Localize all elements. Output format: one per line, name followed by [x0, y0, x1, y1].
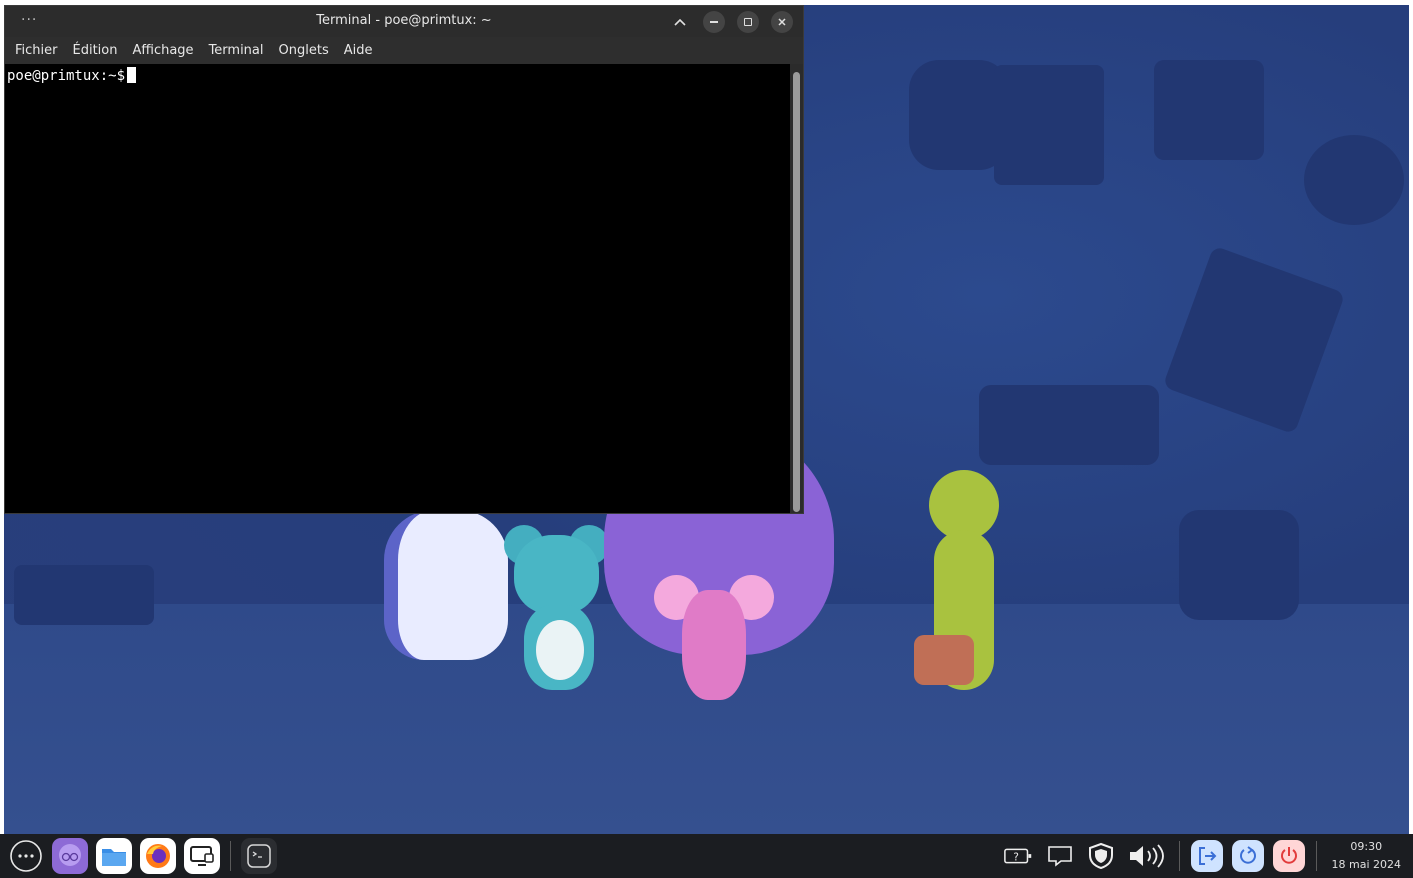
clock-date: 18 mai 2024 [1331, 858, 1402, 871]
security-button[interactable] [1085, 840, 1117, 872]
keyboard-help-icon: ? [1003, 848, 1031, 864]
penguin-mascot [384, 510, 508, 660]
shield-icon [1088, 842, 1113, 870]
file-manager-button[interactable] [96, 838, 132, 874]
power-icon [1280, 847, 1297, 864]
svg-text:?: ? [1013, 852, 1019, 864]
terminal-console[interactable]: poe@primtux:~$ [5, 64, 791, 513]
terminal-window[interactable]: ··· Terminal - poe@primtux: ~ Fichier Éd… [4, 5, 804, 514]
mouse-mascot [654, 575, 774, 705]
apps-menu-button[interactable] [8, 838, 44, 874]
wallpaper-shape [14, 565, 154, 625]
restart-button[interactable] [1231, 840, 1264, 872]
wallpaper-shape [1179, 510, 1299, 620]
clock[interactable]: 09:30 18 mai 2024 [1332, 838, 1402, 874]
apps-menu-icon [10, 840, 42, 872]
wallpaper-shape [1154, 60, 1264, 160]
notification-button[interactable] [1044, 840, 1076, 872]
shell-prompt: poe@primtux:~$ [7, 68, 126, 84]
logout-icon [1198, 847, 1216, 865]
close-button[interactable] [771, 11, 793, 33]
remote-desktop-icon [190, 846, 214, 866]
power-button[interactable] [1272, 840, 1305, 872]
terminal-icon [247, 844, 271, 868]
purple-mascot-icon [59, 844, 81, 866]
menu-bar: Fichier Édition Affichage Terminal Ongle… [5, 37, 803, 64]
taskbar-separator [230, 841, 231, 871]
wallpaper-shape [1304, 135, 1404, 225]
maximize-icon [744, 18, 752, 26]
maximize-button[interactable] [737, 11, 759, 33]
menu-aide[interactable]: Aide [343, 43, 381, 58]
menu-terminal[interactable]: Terminal [208, 43, 272, 58]
koala-mascot [504, 525, 609, 690]
terminal-task-button[interactable] [241, 838, 277, 874]
minimize-button[interactable] [703, 11, 725, 33]
volume-button[interactable] [1126, 840, 1168, 872]
wallpaper-shape [994, 65, 1104, 185]
menu-onglets[interactable]: Onglets [278, 43, 337, 58]
menu-edition[interactable]: Édition [72, 43, 126, 58]
clock-time: 09:30 [1350, 840, 1383, 853]
wallpaper-shape [979, 385, 1159, 465]
taskbar-separator [1178, 841, 1180, 871]
logout-button[interactable] [1190, 840, 1223, 872]
restart-icon [1239, 846, 1256, 864]
remote-desktop-button[interactable] [184, 838, 220, 874]
volume-icon [1129, 844, 1164, 868]
wallpaper-shape [1162, 245, 1346, 435]
watering-can [914, 635, 974, 685]
firefox-button[interactable] [140, 838, 176, 874]
text-cursor [127, 67, 137, 83]
close-icon [778, 18, 786, 26]
taskbar-separator [1315, 841, 1317, 871]
taskbar: ? 09:30 18 mai 2024 [0, 834, 1413, 878]
file-manager-icon [102, 849, 126, 866]
keyboard-help-button[interactable]: ? [1003, 840, 1035, 872]
firefox-icon [146, 844, 170, 868]
title-bar[interactable]: ··· Terminal - poe@primtux: ~ [5, 6, 803, 37]
minimize-icon [710, 21, 718, 23]
mascot-app-button[interactable] [52, 838, 88, 874]
menu-affichage[interactable]: Affichage [131, 43, 201, 58]
scrollbar-thumb[interactable] [793, 72, 800, 512]
notification-icon [1047, 846, 1072, 867]
menu-fichier[interactable]: Fichier [14, 43, 66, 58]
chevron-up-icon[interactable] [669, 11, 691, 33]
